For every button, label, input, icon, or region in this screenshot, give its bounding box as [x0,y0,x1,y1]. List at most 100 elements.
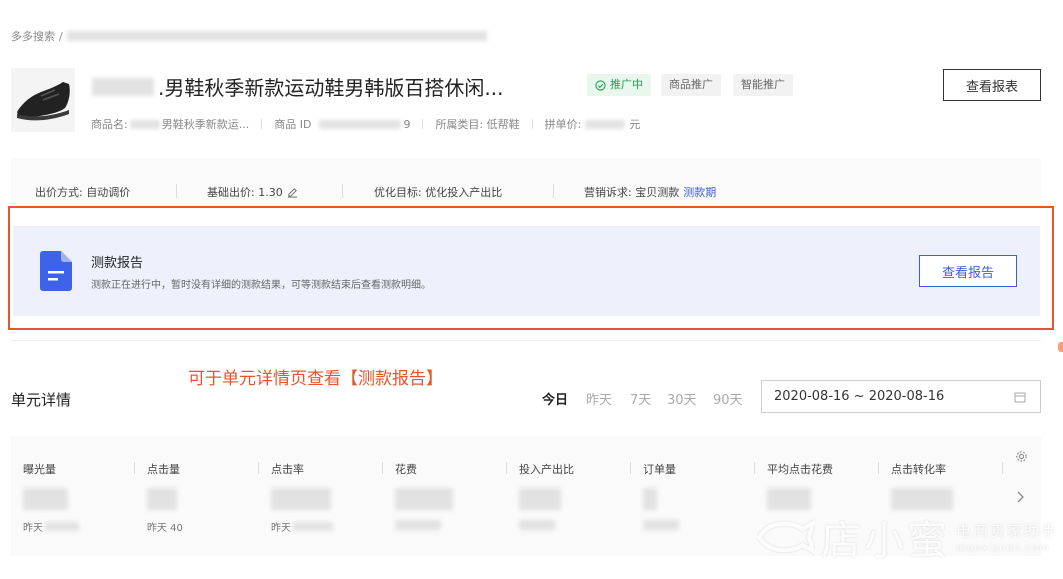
status-badge-label: 推广中 [610,78,643,91]
settings-divider [553,184,554,198]
meta-price-label: 拼单价: [544,118,582,131]
metric-divider [878,462,879,474]
metric-label-roi: 投入产出比 [519,463,574,476]
edit-icon[interactable] [287,187,298,198]
base-bid-text: 基础出价: 1.30 [207,186,283,199]
meta-price-redacted [585,119,626,129]
metric-sub-clicks: 昨天 40 [147,519,183,534]
meta-id-redacted [319,119,402,129]
metric-value-redacted [147,488,177,510]
metric-sub-redacted [395,520,441,530]
chevron-right-icon[interactable] [1016,490,1026,504]
settings-bar [11,158,1041,208]
report-description: 测款正在进行中，暂时没有详细的测款结果，可等测款结束后查看测款明细。 [91,280,431,291]
breadcrumb: 多多搜索 / [11,28,487,44]
breadcrumb-current-redacted [66,31,487,41]
metric-label-orders: 订单量 [643,463,676,476]
metric-sub-text: 昨天 [271,523,291,534]
product-thumbnail [11,68,75,132]
metric-divider [506,462,507,474]
report-title: 测款报告 [91,256,144,271]
meta-name-redacted [129,119,160,129]
metric-label-cvr: 点击转化率 [891,463,946,476]
metric-label-avg-cpc: 平均点击花费 [767,463,833,476]
watermark: 店小蜜 电商卖家助手 dianxiaomi.com [757,508,1058,566]
metric-value-redacted [395,488,453,510]
watermark-text-block: 电商卖家助手 dianxiaomi.com [956,520,1058,554]
meta-divider [422,119,424,129]
watermark-logo-icon [757,519,815,555]
settings-divider [176,184,177,198]
metric-value-redacted [23,488,68,510]
side-float-tab[interactable] [1058,342,1063,352]
product-title: .男鞋秋季新款运动鞋男韩版百搭休闲... [92,72,503,101]
tab-yesterday[interactable]: 昨天 [586,389,612,408]
metric-label-clicks: 点击量 [147,463,180,476]
meta-divider [531,119,533,129]
metric-value-redacted [891,488,953,510]
metric-divider [1002,462,1003,474]
title-prefix-redacted [92,77,154,96]
metric-label-impressions: 曝光量 [23,463,56,476]
meta-category: 所属类目: 低帮鞋 [435,118,520,131]
meta-id-tail: 9 [403,117,411,131]
metric-value-redacted [767,488,811,510]
breadcrumb-root[interactable]: 多多搜索 [11,28,55,44]
metric-divider [382,462,383,474]
tab-7-days[interactable]: 7天 [630,389,651,408]
date-range-picker[interactable]: 2020-08-16 ~ 2020-08-16 [761,380,1041,413]
metric-sub-redacted [45,522,79,531]
metric-divider [754,462,755,474]
view-test-report-button[interactable]: 查看报告 [919,255,1017,287]
marketing-appeal-text: 营销诉求: 宝贝测款 [584,186,680,199]
optimization-goal-text: 优化目标: 优化投入产出比 [374,186,503,199]
tag-smart-promotion: 智能推广 [733,74,793,96]
meta-price-unit: 元 [629,118,641,131]
highlight-box [8,206,1054,330]
bid-method-text: 出价方式: 自动调价 [35,186,131,199]
metric-label-ctr: 点击率 [271,463,304,476]
tab-30-days[interactable]: 30天 [667,389,697,408]
meta-name-value: 男鞋秋季新款运... [161,118,250,131]
metric-sub-redacted [293,522,333,531]
optimization-goal: 优化目标: 优化投入产出比 [374,184,502,200]
metric-value-redacted [271,488,331,510]
metric-sub-ctr: 昨天 [271,519,333,534]
metric-sub-impressions: 昨天 [23,519,79,534]
view-report-button[interactable]: 查看报表 [943,69,1041,101]
status-badge: 推广中 [587,74,651,96]
meta-name-label: 商品名: [91,118,128,131]
watermark-brand: 店小蜜 [821,518,950,564]
metric-sub-text: 昨天 [23,523,43,534]
check-circle-icon [595,79,606,91]
tag-product-promotion: 商品推广 [661,74,721,96]
marketing-appeal: 营销诉求: 宝贝测款 测款期 [584,184,716,200]
product-meta: 商品名: 男鞋秋季新款运... 商品 ID 9 所属类目: 低帮鞋 拼单价: 元 [91,116,640,132]
metric-divider [630,462,631,474]
metric-divider [258,462,259,474]
meta-divider [261,119,263,129]
document-icon [40,251,72,295]
metric-divider [134,462,135,474]
metric-sub-text: 昨天 40 [147,523,183,534]
watermark-tagline: 电商卖家助手 [956,522,1059,540]
settings-gear-icon[interactable] [1015,450,1028,463]
metric-sub-redacted [519,520,555,530]
meta-id-label: 商品 ID [274,118,312,131]
metric-label-spend: 花费 [395,463,417,476]
section-divider [11,340,1041,341]
unit-details-title: 单元详情 [11,391,72,409]
product-title-text: .男鞋秋季新款运动鞋男韩版百搭休闲... [158,76,504,100]
watermark-url: dianxiaomi.com [956,543,1050,554]
test-period-link[interactable]: 测款期 [683,184,716,200]
annotation-text: 可于单元详情页查看【测款报告】 [188,369,443,389]
metric-sub-redacted [643,520,679,530]
base-bid: 基础出价: 1.30 [207,184,298,200]
breadcrumb-separator: / [59,29,63,43]
tab-today[interactable]: 今日 [542,389,568,408]
metric-value-redacted [643,488,657,510]
tab-90-days[interactable]: 90天 [713,389,743,408]
calendar-icon [1014,392,1026,403]
metric-value-redacted [519,488,561,510]
settings-divider [342,184,343,198]
